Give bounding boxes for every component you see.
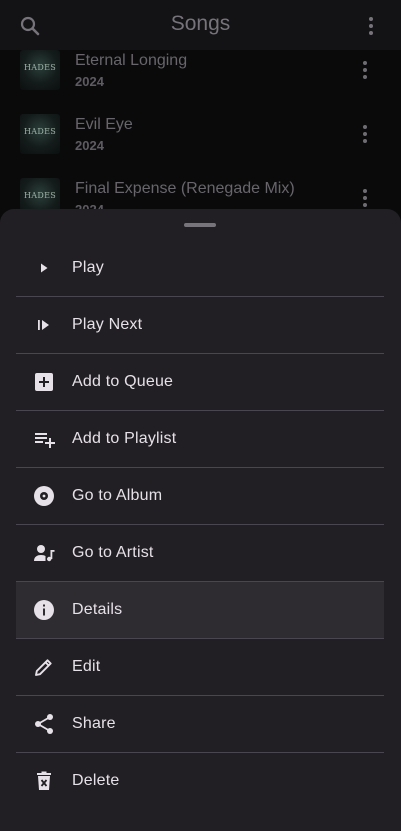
song-title: Eternal Longing <box>75 52 188 69</box>
menu-item-label: Add to Playlist <box>72 430 177 447</box>
drag-handle[interactable] <box>184 223 216 227</box>
song-options-menu: Play Play Next Add to Queue Add to Playl… <box>16 240 384 809</box>
menu-item-edit[interactable]: Edit <box>16 639 384 696</box>
song-title: Final Expense (Renegade Mix) <box>75 180 295 197</box>
artist-icon <box>32 541 56 565</box>
song-title: Evil Eye <box>75 116 133 133</box>
menu-item-play-next[interactable]: Play Next <box>16 297 384 354</box>
song-year: 2024 <box>75 138 104 153</box>
menu-item-go-to-artist[interactable]: Go to Artist <box>16 525 384 582</box>
menu-item-label: Play <box>72 259 104 276</box>
menu-item-label: Share <box>72 715 116 732</box>
menu-item-play[interactable]: Play <box>16 240 384 297</box>
song-row[interactable]: HADES Eternal Longing 2024 <box>0 50 401 114</box>
song-year: 2024 <box>75 74 104 89</box>
album-icon <box>32 484 56 508</box>
more-vert-icon[interactable] <box>355 122 375 146</box>
delete-icon <box>32 769 56 793</box>
menu-item-label: Play Next <box>72 316 143 333</box>
play-next-icon <box>32 313 56 337</box>
menu-item-add-to-queue[interactable]: Add to Queue <box>16 354 384 411</box>
album-art-logo: HADES <box>24 127 56 136</box>
menu-item-label: Details <box>72 601 123 618</box>
menu-item-details[interactable]: Details <box>16 582 384 639</box>
play-icon <box>32 256 56 280</box>
bottom-sheet: Play Play Next Add to Queue Add to Playl… <box>0 209 401 831</box>
add-box-icon <box>32 370 56 394</box>
menu-item-label: Go to Album <box>72 487 163 504</box>
playlist-add-icon <box>32 427 56 451</box>
more-vert-icon[interactable] <box>359 14 383 38</box>
menu-item-add-to-playlist[interactable]: Add to Playlist <box>16 411 384 468</box>
more-vert-icon[interactable] <box>355 186 375 210</box>
menu-item-go-to-album[interactable]: Go to Album <box>16 468 384 525</box>
page-title: Songs <box>170 12 231 35</box>
album-art-logo: HADES <box>24 63 56 72</box>
menu-item-label: Go to Artist <box>72 544 154 561</box>
song-row[interactable]: HADES Evil Eye 2024 <box>0 114 401 178</box>
pencil-icon <box>32 655 56 679</box>
more-vert-icon[interactable] <box>355 58 375 82</box>
menu-item-delete[interactable]: Delete <box>16 753 384 809</box>
share-icon <box>32 712 56 736</box>
top-app-bar: Songs <box>0 0 401 50</box>
menu-item-label: Edit <box>72 658 101 675</box>
album-art: HADES <box>20 50 60 90</box>
album-art: HADES <box>20 114 60 154</box>
menu-item-label: Delete <box>72 772 120 789</box>
screen: Songs HADES Eternal Longing 2024 HADES E… <box>0 0 401 831</box>
info-icon <box>32 598 56 622</box>
menu-item-share[interactable]: Share <box>16 696 384 753</box>
album-art-logo: HADES <box>24 191 56 200</box>
menu-item-label: Add to Queue <box>72 373 174 390</box>
